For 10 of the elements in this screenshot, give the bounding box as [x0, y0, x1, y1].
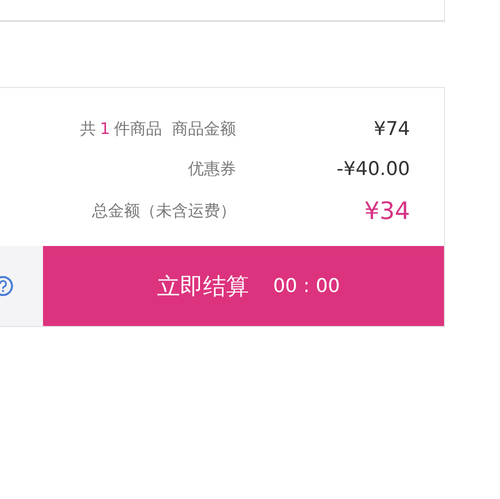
summary-label: 优惠券 [188, 158, 236, 180]
item-count: 1 [100, 118, 110, 138]
summary-label: 总金额（未含运费） [92, 200, 236, 222]
count-prefix: 共 [80, 118, 96, 140]
checkout-button[interactable]: 立即结算 00 : 00 [43, 246, 444, 326]
summary-value: -¥40.00 [336, 158, 410, 180]
summary-value: ¥74 [372, 118, 410, 140]
total-amount: ¥34 [363, 197, 410, 225]
summary-label: 商品金额 [172, 118, 236, 140]
count-suffix: 件商品 [114, 118, 162, 140]
